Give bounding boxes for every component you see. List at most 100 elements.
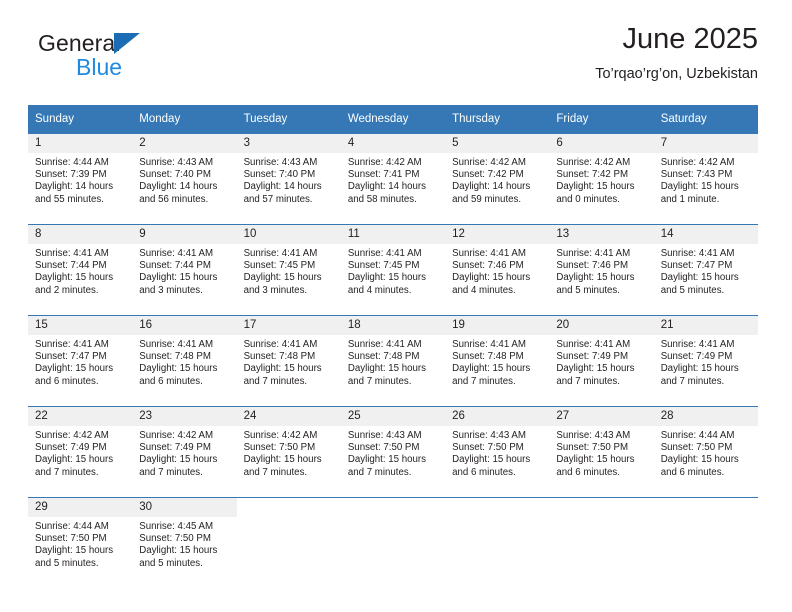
- day-sun-info: Sunrise: 4:42 AM Sunset: 7:42 PM Daylight:…: [445, 153, 549, 206]
- day-cell-content: 12 Sunrise: 4:41 AM Sunset: 7:46 PM Dayligh…: [445, 225, 550, 315]
- day-info-sunset: Sunset: 7:49 PM: [35, 442, 107, 454]
- day-number: 20: [549, 316, 654, 335]
- day-cell-content: 22 Sunrise: 4:42 AM Sunset: 7:49 PM Dayligh…: [28, 407, 133, 497]
- calendar-week-row: 8 Sunrise: 4:41 AM Sunset: 7:44 PM Daylight…: [28, 224, 758, 316]
- day-number: 11: [340, 225, 446, 244]
- calendar-day-cell[interactable]: 2 Sunrise: 4:43 AM Sunset: 7:40 PM Daylight…: [132, 134, 237, 225]
- day-info-daylight1: Daylight: 15 hours: [243, 272, 322, 284]
- day-cell-content: 8 Sunrise: 4:41 AM Sunset: 7:44 PM Daylight…: [28, 225, 133, 315]
- day-sun-info: Sunrise: 4:42 AM Sunset: 7:41 PM Daylight:…: [341, 153, 445, 206]
- calendar-day-cell[interactable]: 25 Sunrise: 4:43 AM Sunset: 7:50 PM Dayligh…: [340, 406, 446, 498]
- day-info-daylight1: Daylight: 15 hours: [556, 181, 635, 193]
- day-info-daylight2: and 2 minutes.: [35, 284, 99, 296]
- day-info-sunset: Sunset: 7:46 PM: [556, 260, 629, 272]
- general-blue-logo[interactable]: General Blue: [38, 30, 238, 88]
- day-info-sunset: Sunset: 7:48 PM: [139, 351, 211, 363]
- calendar-day-cell[interactable]: 29 Sunrise: 4:44 AM Sunset: 7:50 PM Dayligh…: [28, 497, 133, 588]
- day-sun-info: Sunrise: 4:43 AM Sunset: 7:50 PM Daylight:…: [341, 426, 445, 479]
- day-cell-content: 1 Sunrise: 4:44 AM Sunset: 7:39 PM Daylight…: [28, 134, 133, 224]
- day-info-daylight2: and 4 minutes.: [452, 284, 516, 296]
- day-info-daylight1: Daylight: 15 hours: [452, 272, 531, 284]
- day-info-daylight2: and 4 minutes.: [347, 284, 412, 296]
- calendar-day-cell[interactable]: 11 Sunrise: 4:41 AM Sunset: 7:45 PM Dayligh…: [340, 224, 446, 316]
- calendar-day-cell[interactable]: 4 Sunrise: 4:42 AM Sunset: 7:41 PM Daylight…: [340, 134, 446, 225]
- day-info-sunrise: Sunrise: 4:41 AM: [139, 339, 214, 350]
- calendar-body: 1 Sunrise: 4:44 AM Sunset: 7:39 PM Daylight…: [28, 134, 758, 588]
- day-cell-content: 16 Sunrise: 4:41 AM Sunset: 7:48 PM Dayligh…: [132, 316, 237, 406]
- day-cell-content: 13 Sunrise: 4:41 AM Sunset: 7:46 PM Dayligh…: [549, 225, 654, 315]
- calendar-day-cell[interactable]: 26 Sunrise: 4:43 AM Sunset: 7:50 PM Dayligh…: [445, 406, 550, 498]
- calendar-day-cell[interactable]: 9 Sunrise: 4:41 AM Sunset: 7:44 PM Daylight…: [132, 224, 237, 316]
- calendar-day-cell[interactable]: 5 Sunrise: 4:42 AM Sunset: 7:42 PM Daylight…: [445, 134, 550, 225]
- logo-triangle-icon: [114, 33, 140, 54]
- day-number: 6: [549, 134, 654, 153]
- day-info-sunrise: Sunrise: 4:41 AM: [556, 339, 631, 350]
- logo-text-blue: Blue: [76, 54, 123, 80]
- day-cell-content: 4 Sunrise: 4:42 AM Sunset: 7:41 PM Daylight…: [340, 134, 446, 224]
- day-cell-content: 21 Sunrise: 4:41 AM Sunset: 7:49 PM Dayligh…: [653, 316, 758, 406]
- calendar-day-cell[interactable]: 15 Sunrise: 4:41 AM Sunset: 7:47 PM Dayligh…: [28, 315, 133, 407]
- day-info-daylight2: and 59 minutes.: [452, 193, 522, 205]
- calendar-day-cell[interactable]: 20 Sunrise: 4:41 AM Sunset: 7:49 PM Dayligh…: [549, 315, 654, 407]
- calendar-day-cell[interactable]: 16 Sunrise: 4:41 AM Sunset: 7:48 PM Dayligh…: [132, 315, 237, 407]
- calendar-day-cell[interactable]: 21 Sunrise: 4:41 AM Sunset: 7:49 PM Dayligh…: [653, 315, 758, 407]
- calendar-day-cell[interactable]: 1 Sunrise: 4:44 AM Sunset: 7:39 PM Daylight…: [28, 134, 133, 225]
- calendar-day-cell[interactable]: 13 Sunrise: 4:41 AM Sunset: 7:46 PM Dayligh…: [549, 224, 654, 316]
- day-info-daylight2: and 57 minutes.: [243, 193, 313, 205]
- day-info-daylight2: and 5 minutes.: [139, 557, 203, 569]
- day-info-sunrise: Sunrise: 4:41 AM: [139, 248, 214, 259]
- day-info-sunset: Sunset: 7:48 PM: [347, 351, 420, 363]
- day-number: 18: [340, 316, 446, 335]
- weekday-header-monday: Monday: [132, 105, 237, 134]
- day-sun-info: Sunrise: 4:41 AM Sunset: 7:45 PM Daylight:…: [341, 244, 445, 297]
- title-block: June 2025 To’rqao’rg’on, Uzbekistan: [595, 22, 758, 84]
- page-header: General Blue June 2025 To’rqao’rg’on, Uz…: [28, 22, 758, 94]
- day-cell-content: 30 Sunrise: 4:45 AM Sunset: 7:50 PM Dayligh…: [132, 498, 237, 588]
- day-number: 24: [236, 407, 341, 426]
- calendar-day-cell[interactable]: 8 Sunrise: 4:41 AM Sunset: 7:44 PM Daylight…: [28, 224, 133, 316]
- calendar-day-cell[interactable]: 12 Sunrise: 4:41 AM Sunset: 7:46 PM Dayligh…: [445, 224, 550, 316]
- day-sun-info: [654, 517, 758, 521]
- day-cell-content: 7 Sunrise: 4:42 AM Sunset: 7:43 PM Daylight…: [653, 134, 758, 224]
- calendar-day-cell[interactable]: 18 Sunrise: 4:41 AM Sunset: 7:48 PM Dayligh…: [340, 315, 446, 407]
- weekday-header-row: Sunday Monday Tuesday Wednesday Thursday…: [28, 105, 758, 134]
- day-sun-info: [445, 517, 549, 521]
- day-number: [237, 498, 341, 517]
- calendar-day-cell[interactable]: 22 Sunrise: 4:42 AM Sunset: 7:49 PM Dayligh…: [28, 406, 133, 498]
- day-number: 10: [236, 225, 341, 244]
- calendar-day-cell[interactable]: 17 Sunrise: 4:41 AM Sunset: 7:48 PM Dayligh…: [236, 315, 341, 407]
- calendar-day-cell[interactable]: 7 Sunrise: 4:42 AM Sunset: 7:43 PM Daylight…: [653, 134, 758, 225]
- day-info-daylight1: Daylight: 15 hours: [556, 272, 635, 284]
- calendar-day-cell[interactable]: 19 Sunrise: 4:41 AM Sunset: 7:48 PM Dayligh…: [445, 315, 550, 407]
- day-info-sunrise: Sunrise: 4:41 AM: [243, 339, 318, 350]
- day-info-sunrise: Sunrise: 4:43 AM: [452, 430, 526, 441]
- day-info-daylight2: and 7 minutes.: [660, 375, 725, 387]
- day-sun-info: Sunrise: 4:44 AM Sunset: 7:50 PM Daylight:…: [654, 426, 758, 479]
- day-info-sunset: Sunset: 7:46 PM: [452, 260, 524, 272]
- day-sun-info: Sunrise: 4:41 AM Sunset: 7:48 PM Daylight:…: [445, 335, 549, 388]
- calendar-day-cell[interactable]: 14 Sunrise: 4:41 AM Sunset: 7:47 PM Dayligh…: [653, 224, 758, 316]
- weekday-header-wednesday: Wednesday: [340, 105, 446, 134]
- day-info-sunset: Sunset: 7:48 PM: [243, 351, 316, 363]
- calendar-day-cell[interactable]: 24 Sunrise: 4:42 AM Sunset: 7:50 PM Dayligh…: [236, 406, 341, 498]
- calendar-day-cell[interactable]: 3 Sunrise: 4:43 AM Sunset: 7:40 PM Daylight…: [236, 134, 341, 225]
- calendar-day-cell[interactable]: 28 Sunrise: 4:44 AM Sunset: 7:50 PM Dayligh…: [653, 406, 758, 498]
- calendar-week-row: 22 Sunrise: 4:42 AM Sunset: 7:49 PM Dayligh…: [28, 406, 758, 498]
- calendar-empty-cell: [653, 497, 758, 588]
- calendar-week-row: 1 Sunrise: 4:44 AM Sunset: 7:39 PM Daylight…: [28, 134, 758, 225]
- day-info-daylight1: Daylight: 15 hours: [660, 181, 739, 193]
- calendar-day-cell[interactable]: 10 Sunrise: 4:41 AM Sunset: 7:45 PM Dayligh…: [236, 224, 341, 316]
- day-info-daylight1: Daylight: 15 hours: [139, 363, 218, 375]
- day-number: 17: [236, 316, 341, 335]
- day-sun-info: Sunrise: 4:41 AM Sunset: 7:47 PM Daylight:…: [28, 335, 132, 388]
- calendar-day-cell[interactable]: 23 Sunrise: 4:42 AM Sunset: 7:49 PM Dayligh…: [132, 406, 237, 498]
- day-info-sunrise: Sunrise: 4:42 AM: [660, 157, 735, 168]
- day-info-daylight1: Daylight: 15 hours: [452, 363, 531, 375]
- calendar-day-cell[interactable]: 6 Sunrise: 4:42 AM Sunset: 7:42 PM Daylight…: [549, 134, 654, 225]
- day-sun-info: Sunrise: 4:41 AM Sunset: 7:48 PM Daylight:…: [132, 335, 236, 388]
- day-info-sunrise: Sunrise: 4:45 AM: [139, 521, 214, 532]
- calendar-day-cell[interactable]: 27 Sunrise: 4:43 AM Sunset: 7:50 PM Dayligh…: [549, 406, 654, 498]
- day-cell-content: 14 Sunrise: 4:41 AM Sunset: 7:47 PM Dayligh…: [653, 225, 758, 315]
- day-sun-info: Sunrise: 4:42 AM Sunset: 7:50 PM Daylight:…: [237, 426, 341, 479]
- calendar-day-cell[interactable]: 30 Sunrise: 4:45 AM Sunset: 7:50 PM Dayligh…: [132, 497, 237, 588]
